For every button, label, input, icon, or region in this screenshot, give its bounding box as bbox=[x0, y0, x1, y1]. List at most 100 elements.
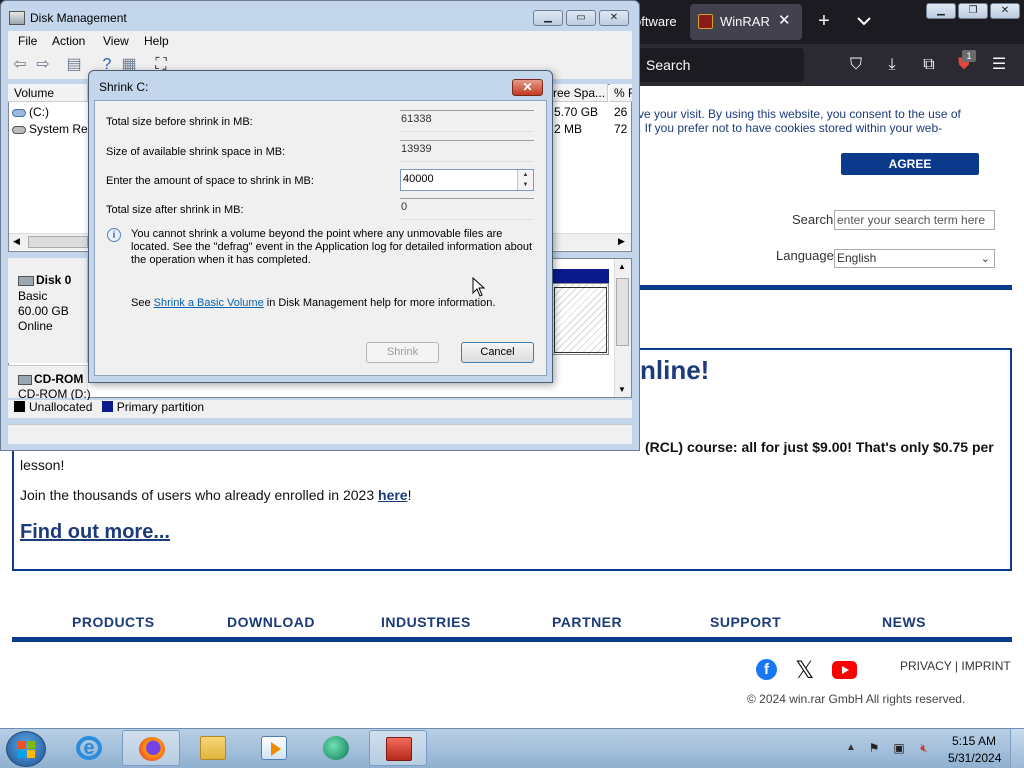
table-row[interactable]: System Res bbox=[12, 122, 94, 136]
dialog-title: Shrink C: bbox=[99, 80, 149, 94]
dm-maximize-button[interactable]: ▭ bbox=[566, 10, 596, 26]
cdrom-drive: CD-ROM (D:) bbox=[18, 387, 91, 401]
shrink-button[interactable]: Shrink bbox=[366, 342, 439, 363]
nav-industries[interactable]: INDUSTRIES bbox=[381, 614, 471, 630]
agree-button[interactable]: AGREE bbox=[841, 153, 979, 175]
show-desktop-button[interactable] bbox=[1010, 729, 1024, 768]
winrar-favicon-icon bbox=[698, 14, 713, 29]
window-title: Disk Management bbox=[30, 11, 127, 25]
taskbar-ie[interactable]: e bbox=[60, 730, 118, 766]
menu-action[interactable]: Action bbox=[52, 34, 85, 48]
total-before-value: 61338 bbox=[400, 110, 534, 132]
extensions-icon[interactable]: ⧉ bbox=[920, 56, 938, 74]
column-header-volume[interactable]: Volume bbox=[8, 84, 88, 102]
help-ref-pre: See bbox=[131, 297, 154, 309]
taskbar-firefox[interactable] bbox=[122, 730, 180, 766]
copyright-text: © 2024 win.rar GmbH All rights reserved. bbox=[747, 692, 966, 706]
privacy-link[interactable]: PRIVACY bbox=[900, 659, 952, 673]
taskbar-disk-management[interactable] bbox=[369, 730, 427, 766]
downloads-icon[interactable]: ⤓ bbox=[883, 56, 901, 74]
computer-management-icon bbox=[386, 737, 412, 761]
total-before-label: Total size before shrink in MB: bbox=[106, 116, 253, 128]
taskbar-app[interactable] bbox=[307, 730, 365, 766]
network-icon[interactable]: ▣ bbox=[892, 741, 906, 755]
forward-arrow-icon[interactable]: ⇨ bbox=[34, 56, 52, 73]
browser-minimize-button[interactable]: ▁ bbox=[926, 3, 956, 19]
nav-support[interactable]: SUPPORT bbox=[710, 614, 781, 630]
scroll-up-icon[interactable]: ▲ bbox=[618, 262, 626, 271]
spin-up-icon[interactable]: ▲ bbox=[518, 170, 533, 180]
taskbar-media-player[interactable] bbox=[245, 730, 303, 766]
dm-close-button[interactable]: ✕ bbox=[599, 10, 629, 26]
browser-close-button[interactable]: ✕ bbox=[990, 3, 1020, 19]
find-out-more-link[interactable]: Find out more... bbox=[20, 521, 170, 544]
promo-enroll-text: Join the thousands of users who already … bbox=[20, 487, 411, 503]
shrink-basic-volume-link[interactable]: Shrink a Basic Volume bbox=[154, 297, 264, 309]
table-row[interactable]: (C:) bbox=[12, 105, 49, 119]
partition-header-bar bbox=[552, 269, 609, 283]
taskbar-explorer[interactable] bbox=[184, 730, 242, 766]
browser-search-field[interactable]: Search bbox=[638, 48, 804, 82]
column-header-free-space[interactable]: ree Spa... bbox=[552, 84, 608, 102]
menu-view[interactable]: View bbox=[103, 34, 129, 48]
tab-close-icon[interactable]: ✕ bbox=[778, 11, 791, 29]
scroll-down-icon[interactable]: ▼ bbox=[618, 385, 626, 394]
pocket-icon[interactable]: ⛉ bbox=[847, 56, 865, 74]
scroll-right-icon[interactable]: ▶ bbox=[618, 236, 625, 247]
show-hidden-icons-icon[interactable]: ▲ bbox=[846, 742, 856, 753]
clock-time[interactable]: 5:15 AM bbox=[952, 734, 996, 748]
promo-here-link[interactable]: here bbox=[378, 487, 408, 503]
properties-icon[interactable]: ▤ bbox=[65, 56, 83, 73]
back-arrow-icon[interactable]: ⇦ bbox=[11, 56, 29, 73]
footer-divider bbox=[12, 637, 1012, 642]
folder-icon bbox=[200, 736, 226, 760]
promo-heading: nline! bbox=[640, 355, 710, 385]
legal-links: PRIVACY | IMPRINT bbox=[900, 659, 1011, 673]
nav-partner[interactable]: PARTNER bbox=[552, 614, 622, 630]
action-center-flag-icon[interactable]: ⚑ bbox=[867, 741, 881, 755]
promo-enroll-pre: Join the thousands of users who already … bbox=[20, 487, 379, 503]
legend-primary-swatch bbox=[101, 401, 113, 412]
menu-help[interactable]: Help bbox=[144, 34, 169, 48]
menu-hamburger-icon[interactable]: ☰ bbox=[990, 56, 1008, 74]
language-label: Language bbox=[776, 248, 834, 263]
imprint-link[interactable]: IMPRINT bbox=[961, 659, 1010, 673]
volume-muted-icon[interactable]: 🔇︎ bbox=[917, 741, 931, 755]
dm-minimize-button[interactable]: ▁ bbox=[533, 10, 563, 26]
nav-products[interactable]: PRODUCTS bbox=[72, 614, 155, 630]
drive-icon bbox=[12, 125, 26, 134]
new-tab-button[interactable]: + bbox=[814, 10, 834, 32]
dialog-close-button[interactable]: ✕ bbox=[512, 79, 543, 96]
menu-file[interactable]: File bbox=[18, 34, 37, 48]
language-select[interactable]: English ⌄ bbox=[834, 249, 995, 268]
site-search-input[interactable]: enter your search term here bbox=[834, 210, 995, 230]
disk0-size: 60.00 GB bbox=[18, 304, 69, 318]
vertical-scroll-thumb[interactable] bbox=[616, 278, 629, 346]
start-button[interactable] bbox=[6, 731, 46, 767]
column-header-percent-free[interactable]: % F bbox=[610, 84, 632, 102]
browser-tab-active[interactable]: WinRAR d ✕ bbox=[690, 4, 802, 40]
clock-date[interactable]: 5/31/2024 bbox=[948, 751, 1001, 765]
row-free-space: 2 MB bbox=[554, 122, 583, 136]
promo-text-course: (RCL) course: all for just $9.00! That's… bbox=[645, 439, 994, 455]
browser-tab-previous[interactable]: oftware bbox=[634, 4, 686, 40]
cdrom-name-text: CD-ROM bbox=[34, 372, 84, 386]
legal-separator: | bbox=[951, 659, 962, 673]
cookie-notice-text: ve your visit. By using this website, yo… bbox=[638, 107, 961, 135]
list-all-tabs-chevron-icon[interactable] bbox=[855, 12, 873, 30]
nav-download[interactable]: DOWNLOAD bbox=[227, 614, 315, 630]
spin-down-icon[interactable]: ▼ bbox=[518, 180, 533, 190]
shrink-amount-spinner[interactable]: ▲ ▼ bbox=[517, 170, 533, 190]
facebook-icon[interactable]: f bbox=[756, 659, 777, 680]
horizontal-scroll-thumb[interactable] bbox=[28, 236, 88, 248]
shrink-amount-input[interactable]: 40000 bbox=[400, 169, 534, 191]
header-divider bbox=[638, 285, 1012, 290]
nav-news[interactable]: NEWS bbox=[882, 614, 926, 630]
extension-badge: 1 bbox=[962, 50, 976, 62]
available-shrink-label: Size of available shrink space in MB: bbox=[106, 146, 286, 158]
x-twitter-icon[interactable]: 𝕏 bbox=[795, 656, 814, 685]
browser-restore-button[interactable]: ❐ bbox=[958, 3, 988, 19]
scroll-left-icon[interactable]: ◀ bbox=[13, 236, 20, 247]
cancel-button[interactable]: Cancel bbox=[461, 342, 534, 363]
youtube-icon[interactable] bbox=[832, 661, 857, 679]
